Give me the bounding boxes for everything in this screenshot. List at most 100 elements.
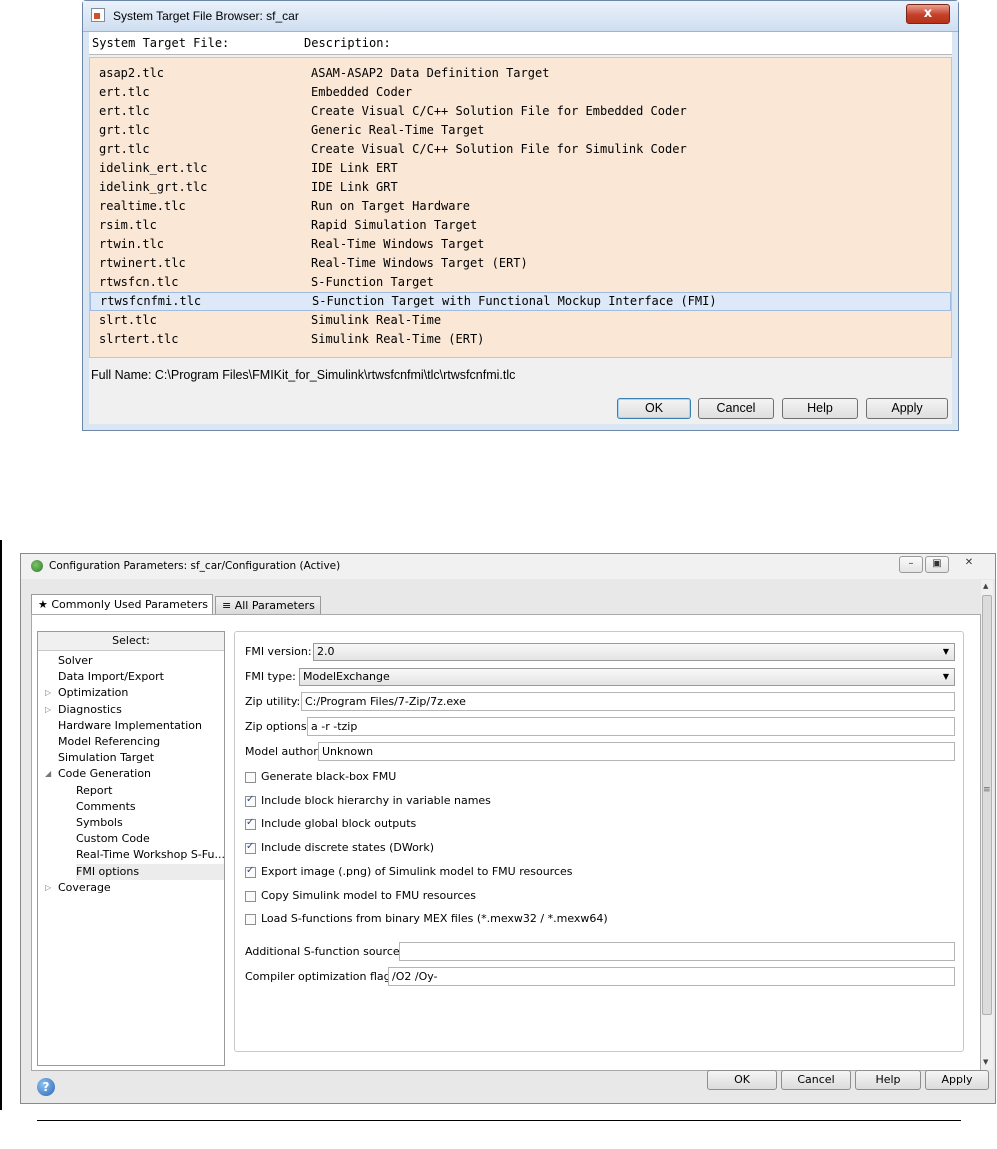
target-file-name: rtwsfcnfmi.tlc — [100, 294, 202, 308]
compiler-flags-input[interactable]: /O2 /Oy- — [388, 967, 955, 986]
category-tree-header: Select: — [38, 632, 224, 651]
close-button[interactable]: ✕ — [957, 556, 981, 573]
cancel-button[interactable]: Cancel — [781, 1070, 851, 1090]
nav-item[interactable]: Hardware Implementation — [58, 718, 224, 734]
model-author-label: Model author — [245, 745, 318, 758]
target-file-name: slrt.tlc — [99, 313, 157, 327]
maximize-button[interactable]: ▣ — [925, 556, 949, 573]
option-checkbox[interactable] — [245, 772, 256, 783]
zip-utility-input[interactable]: C:/Program Files/7-Zip/7z.exe — [301, 692, 955, 711]
target-file-name: grt.tlc — [99, 142, 150, 156]
fmi-options-panel: FMI version: 2.0 ▼ FMI type: ModelExchan… — [234, 631, 964, 1052]
nav-item[interactable]: Coverage — [58, 880, 224, 896]
target-file-name: rsim.tlc — [99, 218, 157, 232]
target-file-row[interactable]: ert.tlc Embedded Coder — [90, 83, 951, 102]
nav-item[interactable]: Model Referencing — [58, 734, 224, 750]
target-file-row[interactable]: rtwin.tlc Real-Time Windows Target — [90, 235, 951, 254]
target-file-row[interactable]: rtwsfcn.tlc S-Function Target — [90, 273, 951, 292]
target-file-name: realtime.tlc — [99, 199, 186, 213]
target-file-row[interactable]: grt.tlc Create Visual C/C++ Solution File… — [90, 140, 951, 159]
nav-item[interactable]: Real-Time Workshop S-Fu... — [76, 847, 225, 863]
target-file-row[interactable]: slrt.tlc Simulink Real-Time — [90, 311, 951, 330]
tab-content: Select: Solver Data Import/Export ▷ Optimiz… — [31, 614, 981, 1071]
nav-item[interactable]: Diagnostics — [58, 702, 224, 718]
apply-button[interactable]: Apply — [866, 398, 948, 419]
option-checkbox[interactable] — [245, 865, 256, 878]
target-file-row[interactable]: idelink_ert.tlc IDE Link ERT — [90, 159, 951, 178]
model-author-input[interactable]: Unknown — [318, 742, 955, 761]
configuration-parameters-window: Configuration Parameters: sf_car/Configu… — [20, 553, 996, 1104]
nav-item[interactable]: Custom Code — [76, 831, 224, 847]
nav-item[interactable]: Report — [76, 783, 224, 799]
window-title: Configuration Parameters: sf_car/Configu… — [49, 560, 341, 572]
scroll-up-icon[interactable]: ▲ — [983, 582, 988, 590]
option-checkbox[interactable] — [245, 817, 256, 831]
title-bar[interactable]: System Target File Browser: sf_car x — [83, 1, 958, 32]
target-file-row[interactable]: idelink_grt.tlc IDE Link GRT — [90, 178, 951, 197]
nav-item[interactable]: FMI options — [76, 863, 224, 880]
left-divider — [0, 540, 2, 1110]
target-file-description: Run on Target Hardware — [311, 199, 470, 213]
column-header-description: Description: — [304, 36, 391, 50]
target-file-row[interactable]: asap2.tlc ASAM-ASAP2 Data Definition Targ… — [90, 64, 951, 83]
target-file-row[interactable]: ert.tlc Create Visual C/C++ Solution File… — [90, 102, 951, 121]
nav-item[interactable]: Solver — [58, 653, 224, 669]
option-checkbox-label: Include global block outputs — [261, 817, 417, 831]
option-checkbox[interactable] — [245, 890, 256, 902]
collapsed-arrow-icon[interactable]: ▷ — [45, 705, 51, 714]
additional-sources-input[interactable] — [399, 942, 955, 961]
collapsed-arrow-icon[interactable]: ▷ — [45, 688, 51, 697]
minimize-button[interactable]: – — [899, 556, 923, 573]
close-button[interactable]: x — [906, 4, 950, 24]
help-button[interactable]: Help — [782, 398, 858, 419]
nav-item[interactable]: Data Import/Export — [58, 669, 224, 685]
simulink-app-icon — [31, 560, 43, 572]
nav-item[interactable]: Comments — [76, 799, 224, 815]
target-file-row[interactable]: slrtert.tlc Simulink Real-Time (ERT) — [90, 330, 951, 349]
tab-all-parameters[interactable]: ≡ All Parameters — [215, 596, 321, 614]
category-tree: Select: Solver Data Import/Export ▷ Optimiz… — [37, 631, 225, 1066]
scrollbar-thumb[interactable] — [982, 595, 992, 1015]
option-checkbox[interactable] — [245, 794, 256, 807]
target-file-description: Embedded Coder — [311, 85, 413, 99]
scroll-down-icon[interactable]: ▼ — [983, 1058, 988, 1066]
ok-button[interactable]: OK — [707, 1070, 777, 1090]
target-file-description: IDE Link GRT — [311, 180, 398, 194]
target-file-name: rtwinert.tlc — [99, 256, 186, 270]
option-checkbox[interactable] — [245, 841, 256, 855]
nav-item[interactable]: Code Generation — [58, 766, 224, 782]
title-bar[interactable]: Configuration Parameters: sf_car/Configu… — [21, 554, 995, 579]
chevron-down-icon: ▼ — [942, 672, 949, 681]
nav-item[interactable]: Simulation Target — [58, 750, 224, 766]
target-file-row[interactable]: rsim.tlc Rapid Simulation Target — [90, 216, 951, 235]
target-file-description: Create Visual C/C++ Solution File for Em… — [311, 104, 687, 118]
help-button[interactable]: Help — [855, 1070, 921, 1090]
zip-options-input[interactable]: a -r -tzip — [307, 717, 955, 736]
target-file-name: rtwsfcn.tlc — [99, 275, 179, 289]
nav-item[interactable]: Symbols — [76, 815, 224, 831]
option-checkbox-label: Generate black-box FMU — [261, 770, 397, 783]
target-file-description: Simulink Real-Time (ERT) — [311, 332, 485, 346]
ok-button[interactable]: OK — [617, 398, 691, 419]
fmi-type-value: ModelExchange — [303, 670, 390, 683]
target-file-name: slrtert.tlc — [99, 332, 179, 346]
target-file-list[interactable]: asap2.tlc ASAM-ASAP2 Data Definition Targ… — [89, 57, 952, 358]
target-file-row[interactable]: rtwsfcnfmi.tlc S-Function Target with Fun… — [90, 292, 951, 311]
compiler-flags-label: Compiler optimization flags — [245, 970, 397, 983]
help-icon[interactable]: ? — [37, 1078, 55, 1096]
target-file-description: Generic Real-Time Target — [311, 123, 485, 137]
nav-item[interactable]: Optimization — [58, 685, 224, 701]
apply-button[interactable]: Apply — [925, 1070, 989, 1090]
target-file-row[interactable]: grt.tlc Generic Real-Time Target — [90, 121, 951, 140]
expanded-arrow-icon[interactable]: ◢ — [45, 769, 51, 778]
vertical-scrollbar[interactable]: ▲ ≡ ▼ — [981, 580, 993, 1070]
target-file-row[interactable]: realtime.tlc Run on Target Hardware — [90, 197, 951, 216]
tab-commonly-used-parameters[interactable]: ★ Commonly Used Parameters — [31, 594, 213, 615]
cancel-button[interactable]: Cancel — [698, 398, 774, 419]
fmi-version-dropdown[interactable]: 2.0 ▼ — [313, 643, 955, 661]
fmi-type-dropdown[interactable]: ModelExchange ▼ — [299, 668, 955, 686]
target-file-row[interactable]: rtwinert.tlc Real-Time Windows Target (ER… — [90, 254, 951, 273]
option-checkbox-label: Include block hierarchy in variable name… — [261, 793, 491, 807]
collapsed-arrow-icon[interactable]: ▷ — [45, 883, 51, 892]
option-checkbox[interactable] — [245, 914, 256, 926]
